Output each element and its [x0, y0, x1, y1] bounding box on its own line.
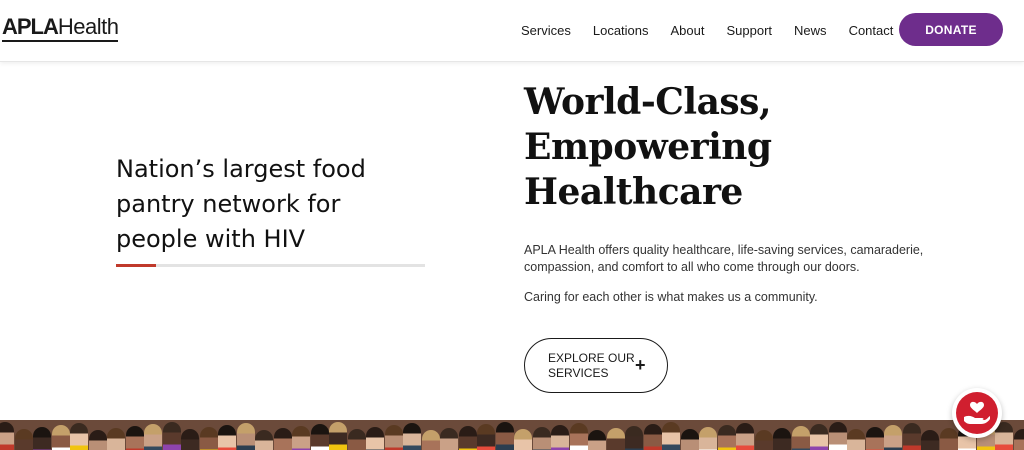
crowd-figure — [329, 422, 347, 450]
crowd-figure — [236, 423, 255, 450]
site-logo[interactable]: APLA Health — [2, 14, 119, 42]
crowd-figure — [717, 425, 736, 450]
logo-wordmark-light: Health — [57, 14, 119, 39]
crowd-figure — [144, 424, 162, 450]
crowd-figure — [0, 422, 14, 450]
hero-title: World-Class, Empowering Healthcare — [524, 81, 772, 213]
donate-button[interactable]: DONATE — [899, 13, 1003, 46]
crowd-figure — [662, 422, 680, 450]
crowd-figure — [532, 427, 551, 450]
slider-progress-bar[interactable] — [116, 264, 425, 267]
crowd-figure — [680, 429, 699, 450]
crowd-figure — [495, 422, 514, 450]
crowd-photo — [0, 420, 1024, 450]
crowd-figure — [643, 424, 662, 450]
explore-services-button[interactable]: EXPLORE OUR SERVICES + — [524, 338, 668, 393]
crowd-figure — [847, 429, 865, 450]
crowd-figure — [107, 428, 125, 450]
crowd-figure — [255, 430, 273, 450]
crowd-figure — [14, 429, 33, 450]
crowd-figure — [865, 427, 884, 450]
crowd-figure — [791, 426, 810, 450]
crowd-figure — [403, 423, 421, 450]
slider-progress-fill — [116, 264, 157, 267]
crowd-figure — [810, 424, 828, 450]
crowd-figure — [588, 430, 606, 450]
crowd-figure — [902, 423, 921, 450]
hero-description: APLA Health offers quality healthcare, l… — [524, 243, 924, 274]
crowd-figure — [181, 429, 199, 450]
crowd-figure — [88, 430, 107, 450]
crowd-figure — [440, 428, 458, 450]
nav-item-support[interactable]: Support — [727, 23, 773, 38]
crowd-figure — [292, 426, 310, 450]
crowd-figure — [921, 430, 939, 450]
crowd-figure — [569, 423, 588, 450]
crowd-figure — [51, 425, 70, 450]
nav-item-services[interactable]: Services — [521, 23, 571, 38]
crowd-figure — [366, 427, 384, 450]
slider-caption: Nation’s largest food pantry network for… — [116, 155, 366, 253]
nav-item-locations[interactable]: Locations — [593, 23, 649, 38]
crowd-figure — [310, 424, 329, 450]
plus-icon: + — [635, 355, 646, 375]
crowd-figure — [625, 426, 643, 450]
crowd-figure — [477, 424, 495, 450]
crowd-figure — [773, 428, 791, 450]
site-header: APLA Health Services Locations About Sup… — [0, 0, 1024, 62]
crowd-figure — [551, 425, 569, 450]
crowd-figure — [347, 429, 366, 450]
crowd-figure — [458, 426, 477, 450]
crowd-figure — [828, 422, 847, 450]
crowd-figure — [125, 426, 144, 450]
crowd-figure — [162, 422, 181, 450]
crowd-figure — [699, 427, 717, 450]
crowd-figure — [736, 423, 754, 450]
crowd-figure — [421, 430, 440, 450]
crowd-figure — [754, 430, 773, 450]
hand-heart-icon — [956, 392, 998, 434]
crowd-figure — [1013, 429, 1024, 450]
crowd-figure — [273, 428, 292, 450]
crowd-figure — [939, 428, 958, 450]
crowd-figure — [606, 428, 625, 450]
crowd-figure — [384, 425, 403, 450]
crowd-figure — [218, 425, 236, 450]
explore-services-label: EXPLORE OUR SERVICES — [548, 351, 635, 380]
crowd-figure — [884, 425, 902, 450]
nav-item-news[interactable]: News — [794, 23, 827, 38]
nav-item-about[interactable]: About — [671, 23, 705, 38]
hero-tagline: Caring for each other is what makes us a… — [524, 290, 818, 304]
nav-item-contact[interactable]: Contact — [849, 23, 894, 38]
main-nav: Services Locations About Support News Co… — [510, 0, 904, 60]
crowd-figure — [33, 427, 51, 450]
crowd-figure — [70, 423, 88, 450]
crowd-figure — [199, 427, 218, 450]
logo-wordmark-bold: APLA — [2, 14, 59, 39]
help-widget-button[interactable] — [952, 388, 1002, 438]
crowd-figure — [514, 429, 532, 450]
